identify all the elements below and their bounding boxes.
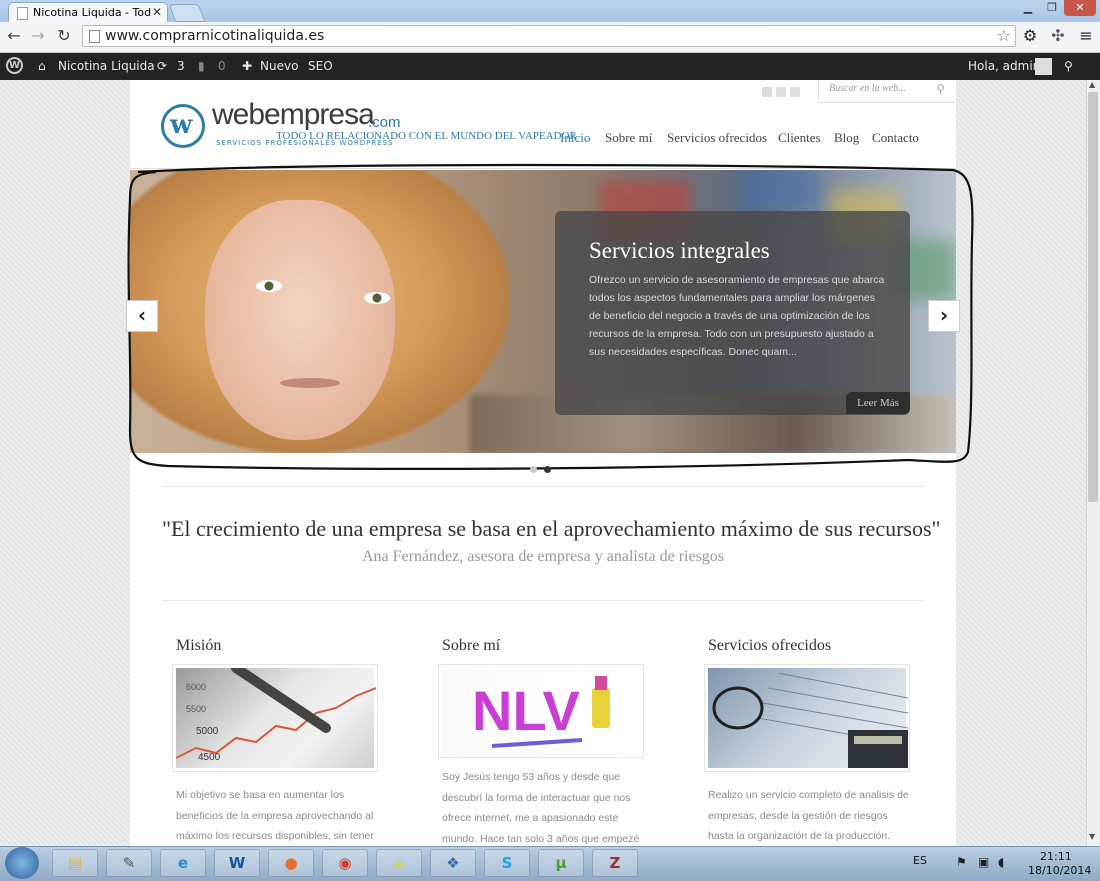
close-window-button[interactable]: ✕ xyxy=(1064,0,1096,16)
menu-icon[interactable]: ≡ xyxy=(1076,26,1096,46)
quote-author: Ana Fernández, asesora de empresa y anal… xyxy=(361,548,725,565)
clock-date[interactable]: 18/10/2014 xyxy=(1028,864,1091,877)
slider-dot[interactable] xyxy=(530,466,537,473)
chart-label: 6000 xyxy=(186,682,206,692)
column-title-mision[interactable]: Misión xyxy=(176,637,221,655)
home-icon: ⌂ xyxy=(38,59,46,73)
filezilla-icon[interactable]: Z xyxy=(592,849,638,877)
site-name-link[interactable]: Nicotina Liquida xyxy=(58,59,155,73)
star-icon[interactable]: ☆ xyxy=(997,26,1011,45)
network-icon[interactable]: ❖ xyxy=(430,849,476,877)
comments-icon[interactable]: ▮ xyxy=(198,59,205,73)
start-button[interactable] xyxy=(5,847,39,879)
wordpress-logo-icon[interactable]: W xyxy=(6,57,23,74)
close-tab-icon[interactable]: ✕ xyxy=(152,5,162,19)
search-input[interactable]: Buscar en la web... ⚲ xyxy=(818,80,955,103)
url-text[interactable]: www.comprarnicotinaliquida.es xyxy=(105,28,324,44)
back-arrow-icon[interactable]: ← xyxy=(4,26,24,46)
maximize-button[interactable]: ❐ xyxy=(1040,0,1064,16)
stock-chart-image: 6000 5500 5000 4500 xyxy=(176,668,376,763)
chart-label: 5500 xyxy=(186,704,206,714)
column-title-servicios[interactable]: Servicios ofrecidos xyxy=(708,637,831,655)
explorer-icon[interactable]: ▤ xyxy=(52,849,98,877)
nav-sobre-mi[interactable]: Sobre mí xyxy=(605,130,652,146)
site-description: TODO LO RELACIONADO CON EL MUNDO DEL VAP… xyxy=(276,130,577,142)
internet-explorer-icon[interactable]: e xyxy=(160,849,206,877)
divider xyxy=(162,486,924,487)
skype-icon[interactable]: S xyxy=(484,849,530,877)
reload-icon[interactable]: ↻ xyxy=(54,26,74,46)
clock-time[interactable]: 21:11 xyxy=(1040,850,1072,863)
comments-count[interactable]: 0 xyxy=(218,59,226,73)
nav-servicios[interactable]: Servicios ofrecidos xyxy=(667,130,767,146)
nlv-product-image: NLV xyxy=(472,676,610,748)
slider-dot-active[interactable] xyxy=(544,466,551,473)
gear-icon[interactable]: ⚙ xyxy=(1020,26,1040,46)
search-placeholder: Buscar en la web... xyxy=(829,83,906,94)
divider xyxy=(162,600,924,601)
volume-icon[interactable]: ◖ xyxy=(998,855,1004,869)
twitter-icon[interactable] xyxy=(762,87,772,97)
sticky-notes-icon[interactable]: ▰ xyxy=(376,849,422,877)
firefox-icon[interactable]: ● xyxy=(268,849,314,877)
logo-text[interactable]: webempresa xyxy=(212,98,375,132)
scroll-up-icon[interactable]: ▲ xyxy=(1089,80,1095,89)
greeting-link[interactable]: Hola, admin xyxy=(968,59,1040,73)
quote-text: "El crecimiento de una empresa se basa e… xyxy=(162,516,941,541)
slider-prev-button[interactable]: ‹ xyxy=(126,300,158,332)
avatar[interactable] xyxy=(1035,58,1052,75)
nav-clientes[interactable]: Clientes xyxy=(778,130,821,146)
utorrent-icon[interactable]: µ xyxy=(538,849,584,877)
address-bar[interactable]: www.comprarnicotinaliquida.es ☆ xyxy=(82,25,1016,47)
servicios-image[interactable] xyxy=(704,664,910,772)
nlv-logo-text: NLV xyxy=(472,679,580,742)
page-icon xyxy=(89,30,100,43)
facebook-icon[interactable] xyxy=(790,87,800,97)
updates-count[interactable]: 3 xyxy=(177,59,185,73)
puzzle-icon[interactable]: ✣ xyxy=(1048,26,1068,46)
logo-icon[interactable]: w xyxy=(161,104,205,148)
new-tab-button[interactable] xyxy=(168,4,206,22)
search-icon[interactable]: ⚲ xyxy=(1064,59,1073,73)
nav-blog[interactable]: Blog xyxy=(834,130,859,146)
scroll-down-icon[interactable]: ▼ xyxy=(1089,832,1095,841)
network-tray-icon[interactable]: ▣ xyxy=(978,855,989,869)
calculator-glasses-image xyxy=(712,672,908,768)
word-icon[interactable]: W xyxy=(214,849,260,877)
slider-next-button[interactable]: › xyxy=(928,300,960,332)
chrome-icon[interactable]: ◉ xyxy=(322,849,368,877)
wp-admin-bar: W ⌂ Nicotina Liquida ⟳ 3 ▮ 0 ✚ Nuevo SEO… xyxy=(0,53,1100,80)
plus-icon: ✚ xyxy=(242,59,253,73)
rss-icon[interactable] xyxy=(776,87,786,97)
mision-image[interactable]: 6000 5500 5000 4500 xyxy=(172,664,378,772)
forward-arrow-icon[interactable]: → xyxy=(28,26,48,46)
chart-label: 5000 xyxy=(196,726,219,737)
language-indicator[interactable]: ES xyxy=(913,854,927,867)
updates-icon[interactable]: ⟳ xyxy=(157,59,167,73)
new-link[interactable]: Nuevo xyxy=(260,59,298,73)
column-text-mision: Mi objetivo se basa en aumentar los bene… xyxy=(176,789,374,842)
page-icon xyxy=(17,7,28,20)
tab-title: Nicotina Liquida - Todo lo xyxy=(33,6,151,19)
flag-icon[interactable]: ⚑ xyxy=(956,855,967,869)
chart-label: 4500 xyxy=(198,752,221,763)
sobre-mi-image[interactable]: NLV xyxy=(438,664,644,758)
scrollbar-thumb[interactable] xyxy=(1088,92,1098,502)
logo-suffix: .com xyxy=(368,114,401,131)
seo-link[interactable]: SEO xyxy=(308,59,333,73)
browser-tab[interactable]: Nicotina Liquida - Todo lo ✕ xyxy=(8,2,168,22)
search-icon[interactable]: ⚲ xyxy=(936,82,945,96)
hand-drawn-outline xyxy=(127,163,974,470)
column-title-sobre-mi[interactable]: Sobre mí xyxy=(442,637,500,655)
nav-contacto[interactable]: Contacto xyxy=(872,130,919,146)
nav-inicio[interactable]: Inicio xyxy=(560,130,590,146)
minimize-button[interactable]: ▁ xyxy=(1016,0,1040,16)
column-text-servicios: Realizo un servicio completo de analisis… xyxy=(708,789,909,842)
gimp-icon[interactable]: ✎ xyxy=(106,849,152,877)
